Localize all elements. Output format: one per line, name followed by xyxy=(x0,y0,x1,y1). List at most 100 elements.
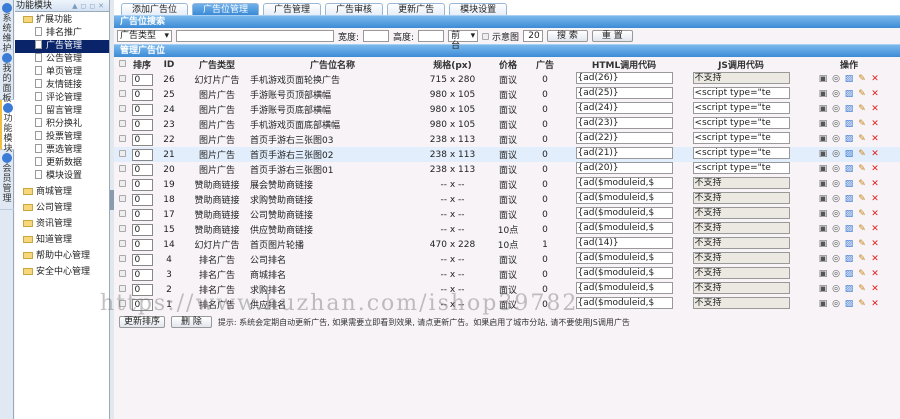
html-code-field[interactable]: {ad($moduleid,$ xyxy=(575,297,673,309)
preview-icon[interactable]: ▨ xyxy=(845,149,854,159)
view-icon[interactable]: ▣ xyxy=(819,149,828,159)
js-code-field[interactable]: <script type="te xyxy=(692,162,790,174)
html-code-field[interactable]: {ad(25)} xyxy=(575,87,673,99)
view-icon[interactable]: ▣ xyxy=(819,299,828,309)
html-code-field[interactable]: {ad($moduleid,$ xyxy=(575,267,673,279)
view-icon[interactable]: ▣ xyxy=(819,179,828,189)
checkbox[interactable] xyxy=(118,59,126,67)
preview-icon[interactable]: ▨ xyxy=(845,254,854,264)
html-code-field[interactable]: {ad(20)} xyxy=(575,162,673,174)
stats-icon[interactable]: ◎ xyxy=(832,179,841,189)
stats-icon[interactable]: ◎ xyxy=(832,119,841,129)
preview-icon[interactable]: ▨ xyxy=(845,194,854,204)
js-code-field[interactable]: 不支持 xyxy=(692,192,790,204)
sidebar-item[interactable]: 模块设置 xyxy=(15,170,109,183)
sidebar-item[interactable]: 投票管理 xyxy=(15,131,109,144)
stats-icon[interactable]: ◎ xyxy=(832,254,841,264)
view-icon[interactable]: ▣ xyxy=(819,104,828,114)
sidebar-tools[interactable]: ▲◻◻✕ xyxy=(72,0,107,12)
height-input[interactable] xyxy=(418,30,445,42)
sidebar-item[interactable]: 票选管理 xyxy=(15,144,109,157)
row-checkbox[interactable] xyxy=(118,74,126,82)
preview-icon[interactable]: ▨ xyxy=(845,74,854,84)
stats-icon[interactable]: ◎ xyxy=(832,89,841,99)
sidebar-item[interactable]: 公告管理 xyxy=(15,53,109,66)
row-checkbox[interactable] xyxy=(118,119,126,127)
preview-icon[interactable]: ▨ xyxy=(845,134,854,144)
sidebar-item[interactable]: 评论管理 xyxy=(15,92,109,105)
tab[interactable]: 更新广告 xyxy=(387,3,446,15)
delete-icon[interactable]: ✕ xyxy=(871,209,880,219)
stats-icon[interactable]: ◎ xyxy=(832,299,841,309)
view-icon[interactable]: ▣ xyxy=(819,239,828,249)
delete-icon[interactable]: ✕ xyxy=(871,239,880,249)
js-code-field[interactable]: 不支持 xyxy=(692,237,790,249)
html-code-field[interactable]: {ad(22)} xyxy=(575,132,673,144)
js-code-field[interactable]: <script type="te xyxy=(692,87,790,99)
delete-icon[interactable]: ✕ xyxy=(871,269,880,279)
edit-icon[interactable]: ✎ xyxy=(858,134,867,144)
html-code-field[interactable]: {ad($moduleid,$ xyxy=(575,177,673,189)
edit-icon[interactable]: ✎ xyxy=(858,149,867,159)
edit-icon[interactable]: ✎ xyxy=(858,254,867,264)
stats-icon[interactable]: ◎ xyxy=(832,239,841,249)
stats-icon[interactable]: ◎ xyxy=(832,104,841,114)
sidebar-group[interactable]: 安全中心管理 xyxy=(15,266,109,279)
stats-icon[interactable]: ◎ xyxy=(832,74,841,84)
left-tab[interactable]: 功能模块 xyxy=(0,100,14,154)
edit-icon[interactable]: ✎ xyxy=(858,224,867,234)
view-icon[interactable]: ▣ xyxy=(819,134,828,144)
sidebar-group[interactable]: 资讯管理 xyxy=(15,218,109,231)
js-code-field[interactable]: 不支持 xyxy=(692,282,790,294)
stats-icon[interactable]: ◎ xyxy=(832,209,841,219)
view-icon[interactable]: ▣ xyxy=(819,164,828,174)
row-checkbox[interactable] xyxy=(118,284,126,292)
order-input[interactable]: 0 xyxy=(131,88,153,101)
html-code-field[interactable]: {ad(23)} xyxy=(575,117,673,129)
delete-icon[interactable]: ✕ xyxy=(871,134,880,144)
tab[interactable]: 广告审核 xyxy=(325,3,384,15)
view-icon[interactable]: ▣ xyxy=(819,284,828,294)
order-input[interactable]: 0 xyxy=(131,163,153,176)
keyword-input[interactable] xyxy=(176,30,334,42)
row-checkbox[interactable] xyxy=(118,209,126,217)
html-code-field[interactable]: {ad($moduleid,$ xyxy=(575,282,673,294)
js-code-field[interactable]: 不支持 xyxy=(692,297,790,309)
sidebar-item[interactable]: 友情链接 xyxy=(15,79,109,92)
width-input[interactable] xyxy=(363,30,390,42)
edit-icon[interactable]: ✎ xyxy=(858,299,867,309)
sidebar-item[interactable]: 积分换礼 xyxy=(15,118,109,131)
order-input[interactable]: 0 xyxy=(131,178,153,191)
scope-select[interactable]: 前台 ▾ xyxy=(448,30,479,51)
order-input[interactable]: 0 xyxy=(131,253,153,266)
tab[interactable]: 添加广告位 xyxy=(121,3,189,15)
edit-icon[interactable]: ✎ xyxy=(858,164,867,174)
order-input[interactable]: 0 xyxy=(131,148,153,161)
tab[interactable]: 广告管理 xyxy=(263,3,322,15)
order-input[interactable]: 0 xyxy=(131,133,153,146)
order-input[interactable]: 0 xyxy=(131,118,153,131)
left-tab[interactable]: 我的面板 xyxy=(0,50,14,104)
delete-icon[interactable]: ✕ xyxy=(871,284,880,294)
delete-button[interactable]: 删 除 xyxy=(171,316,212,328)
js-code-field[interactable]: 不支持 xyxy=(692,252,790,264)
html-code-field[interactable]: {ad($moduleid,$ xyxy=(575,192,673,204)
order-input[interactable]: 0 xyxy=(131,103,153,116)
delete-icon[interactable]: ✕ xyxy=(871,104,880,114)
view-icon[interactable]: ▣ xyxy=(819,89,828,99)
stats-icon[interactable]: ◎ xyxy=(832,284,841,294)
delete-icon[interactable]: ✕ xyxy=(871,299,880,309)
left-tab[interactable]: 会员管理 xyxy=(0,150,14,210)
delete-icon[interactable]: ✕ xyxy=(871,194,880,204)
js-code-field[interactable]: 不支持 xyxy=(692,267,790,279)
order-input[interactable]: 0 xyxy=(131,238,153,251)
edit-icon[interactable]: ✎ xyxy=(858,104,867,114)
row-checkbox[interactable] xyxy=(118,179,126,187)
tab[interactable]: 模块设置 xyxy=(449,3,508,15)
row-checkbox[interactable] xyxy=(118,134,126,142)
stats-icon[interactable]: ◎ xyxy=(832,194,841,204)
edit-icon[interactable]: ✎ xyxy=(858,239,867,249)
html-code-field[interactable]: {ad($moduleid,$ xyxy=(575,222,673,234)
row-checkbox[interactable] xyxy=(118,299,126,307)
order-input[interactable]: 0 xyxy=(131,208,153,221)
